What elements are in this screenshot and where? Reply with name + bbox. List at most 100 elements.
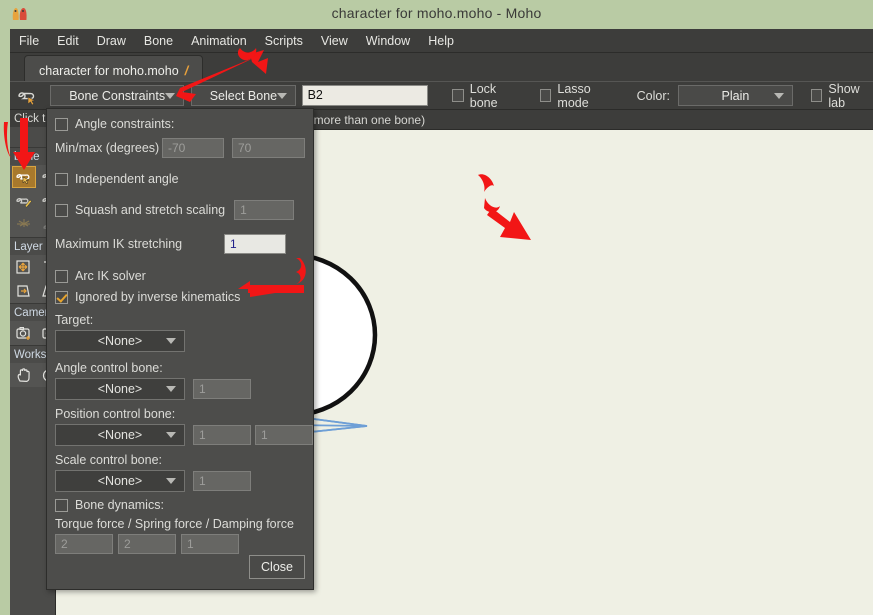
- checkbox-box: [539, 89, 552, 102]
- menu-item-animation[interactable]: Animation: [182, 31, 256, 51]
- menu-item-edit[interactable]: Edit: [48, 31, 88, 51]
- chevron-down-icon: [166, 432, 176, 438]
- sidebar-item-translate-layer-tool[interactable]: [12, 256, 36, 278]
- unsaved-changes-icon: /: [184, 63, 189, 78]
- arc-ik-solver-label: Arc IK solver: [75, 269, 146, 283]
- bone-color-dropdown-label: Plain: [721, 88, 750, 103]
- checkbox-box: [55, 117, 68, 131]
- menu-item-view[interactable]: View: [312, 31, 357, 51]
- select-bone-dropdown[interactable]: Select Bone: [191, 85, 296, 106]
- checkbox-box: [55, 498, 68, 512]
- sidebar-item-add-bone-tool[interactable]: [12, 190, 36, 212]
- max-ik-stretching-label: Maximum IK stretching: [55, 237, 183, 251]
- chevron-down-icon: [166, 338, 176, 344]
- position-control-bone-label: Position control bone:: [55, 407, 176, 421]
- position-control-scalar-x-input[interactable]: 1: [193, 425, 251, 445]
- lasso-mode-label: Lasso mode: [557, 81, 591, 110]
- select-bone-dropdown-label: Select Bone: [209, 88, 278, 103]
- angle-control-bone-value: <None>: [97, 382, 143, 396]
- menu-bar: File Edit Draw Bone Animation Scripts Vi…: [10, 29, 873, 53]
- target-dropdown[interactable]: <None>: [55, 330, 185, 352]
- independent-angle-checkbox[interactable]: Independent angle: [55, 172, 305, 186]
- bone-cursor-icon: [16, 173, 30, 184]
- ignored-by-ik-checkbox[interactable]: Ignored by inverse kinematics: [55, 290, 305, 304]
- angle-control-bone-dropdown[interactable]: <None>: [55, 378, 185, 400]
- checkbox-box: [810, 89, 823, 102]
- squash-stretch-label: Squash and stretch scaling: [75, 203, 226, 217]
- color-label: Color:: [636, 88, 670, 103]
- damping-force-input[interactable]: 1: [181, 534, 239, 554]
- menu-item-help[interactable]: Help: [419, 31, 463, 51]
- sidebar-item-select-bone-tool[interactable]: [12, 166, 36, 188]
- checkbox-box: [55, 172, 68, 186]
- lock-bone-label: Lock bone: [469, 81, 498, 110]
- checkbox-box: [452, 89, 464, 102]
- angle-min-input[interactable]: -70: [162, 138, 224, 158]
- sidebar-item-rotate-layer-tool[interactable]: [12, 280, 36, 302]
- document-tab[interactable]: character for moho.moho /: [24, 55, 204, 81]
- minmax-degrees-row: Min/max (degrees) -70 70: [55, 138, 305, 158]
- bone-key-icon[interactable]: [14, 85, 44, 107]
- window-title: character for moho.moho - Moho: [331, 5, 542, 21]
- bone-color-dropdown[interactable]: Plain: [678, 85, 793, 106]
- ignored-by-ik-label: Ignored by inverse kinematics: [75, 290, 241, 304]
- torque-force-input[interactable]: 2: [55, 534, 113, 554]
- squash-stretch-checkbox[interactable]: [55, 203, 68, 217]
- bone-constraints-dropdown-label: Bone Constraints: [69, 88, 166, 103]
- position-control-scalar-y-input[interactable]: 1: [255, 425, 313, 445]
- lasso-mode-checkbox[interactable]: Lasso mode: [539, 81, 617, 110]
- camera-track-icon: [16, 327, 30, 340]
- document-tab-label: character for moho.moho: [39, 63, 179, 78]
- arc-ik-solver-checkbox[interactable]: Arc IK solver: [55, 269, 305, 283]
- forces-label: Torque force / Spring force / Damping fo…: [55, 517, 295, 531]
- minmax-label: Min/max (degrees): [55, 141, 160, 155]
- hand-pan-icon: [17, 367, 30, 382]
- position-control-bone-dropdown[interactable]: <None>: [55, 424, 185, 446]
- target-label: Target:: [55, 313, 94, 327]
- tool-options-toolbar: Bone Constraints Select Bone B2 Lock bon…: [10, 81, 873, 110]
- chevron-down-icon: [165, 92, 176, 99]
- squash-stretch-input[interactable]: 1: [234, 200, 295, 220]
- checkbox-box-checked: [55, 290, 68, 304]
- independent-angle-label: Independent angle: [75, 172, 179, 186]
- menu-item-bone[interactable]: Bone: [135, 31, 182, 51]
- bone-constraints-dropdown[interactable]: Bone Constraints: [50, 85, 185, 106]
- lock-bone-checkbox[interactable]: Lock bone: [452, 82, 520, 110]
- squash-stretch-row: Squash and stretch scaling 1: [55, 200, 305, 220]
- scale-control-scalar-input[interactable]: 1: [193, 471, 251, 491]
- sidebar-item-pan-workspace-tool[interactable]: [12, 364, 36, 386]
- layer-rotate-icon: [17, 285, 30, 297]
- menu-item-draw[interactable]: Draw: [88, 31, 135, 51]
- angle-constraints-checkbox[interactable]: Angle constraints:: [55, 117, 305, 131]
- moho-application-window: character for moho.moho - Moho File Edit…: [0, 0, 873, 615]
- scale-control-bone-dropdown[interactable]: <None>: [55, 470, 185, 492]
- menu-item-window[interactable]: Window: [357, 31, 419, 51]
- bone-dynamics-checkbox[interactable]: Bone dynamics:: [55, 498, 305, 512]
- scale-control-bone-label: Scale control bone:: [55, 453, 163, 467]
- angle-control-bone-label: Angle control bone:: [55, 361, 163, 375]
- target-dropdown-value: <None>: [97, 334, 143, 348]
- sidebar-item-bone-strength-tool[interactable]: [12, 214, 36, 236]
- max-ik-stretching-row: Maximum IK stretching 1: [55, 234, 305, 254]
- menu-item-scripts[interactable]: Scripts: [256, 31, 312, 51]
- sidebar-item-track-camera-tool[interactable]: [12, 322, 36, 344]
- angle-max-input[interactable]: 70: [232, 138, 305, 158]
- title-bar: character for moho.moho - Moho: [0, 0, 873, 29]
- bone-strength-icon: [17, 218, 30, 227]
- checkbox-box: [55, 269, 68, 283]
- bone-add-icon: [16, 197, 32, 208]
- chevron-down-icon: [166, 386, 176, 392]
- chevron-down-icon: [773, 92, 784, 99]
- show-labels-checkbox[interactable]: Show lab: [810, 82, 873, 110]
- close-button[interactable]: Close: [249, 555, 305, 579]
- document-tab-strip: character for moho.moho /: [10, 53, 873, 81]
- layer-translate-icon: [16, 260, 30, 274]
- bone-dynamics-label: Bone dynamics:: [75, 498, 164, 512]
- max-ik-stretching-input[interactable]: 1: [224, 234, 286, 254]
- spring-force-input[interactable]: 2: [118, 534, 176, 554]
- angle-control-scalar-input[interactable]: 1: [193, 379, 251, 399]
- chevron-down-icon: [166, 478, 176, 484]
- bone-name-input[interactable]: B2: [301, 85, 429, 106]
- chevron-down-icon: [276, 92, 287, 99]
- menu-item-file[interactable]: File: [10, 31, 48, 51]
